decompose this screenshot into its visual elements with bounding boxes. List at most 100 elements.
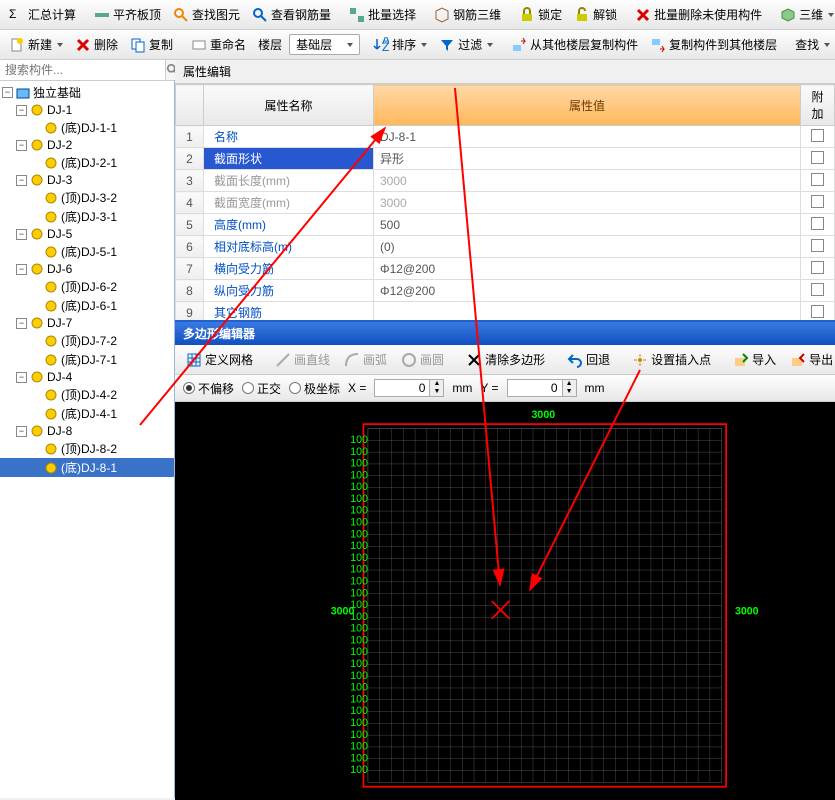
x-spin-down[interactable]: ▼	[429, 388, 443, 396]
batch-select-button[interactable]: 批量选择	[344, 3, 421, 26]
tree-leaf[interactable]: (底)DJ-5-1	[0, 242, 174, 261]
property-row[interactable]: 5 高度(mm) 500	[176, 214, 835, 236]
no-offset-radio[interactable]: 不偏移	[183, 380, 234, 397]
tree-node[interactable]: −DJ-5	[0, 226, 174, 242]
property-row[interactable]: 7 横向受力筋 Φ12@200	[176, 258, 835, 280]
property-extra[interactable]	[801, 258, 835, 280]
property-row[interactable]: 4 截面宽度(mm) 3000	[176, 192, 835, 214]
tree-node[interactable]: −DJ-1	[0, 102, 174, 118]
tree-leaf[interactable]: (底)DJ-3-1	[0, 207, 174, 226]
search-input[interactable]	[0, 60, 165, 80]
tree-node[interactable]: −DJ-8	[0, 423, 174, 439]
property-value[interactable]: 3000	[374, 192, 801, 214]
property-value[interactable]: Φ12@200	[374, 258, 801, 280]
tree-leaf[interactable]: (顶)DJ-4-2	[0, 385, 174, 404]
tree-leaf[interactable]: (底)DJ-8-1	[0, 458, 174, 477]
copy-button[interactable]: 复制	[125, 33, 178, 56]
batch-delete-unused-button[interactable]: 批量删除未使用构件	[630, 3, 767, 26]
y-spin-up[interactable]: ▲	[562, 380, 576, 388]
copy-from-floor-button[interactable]: 从其他楼层复制构件	[506, 33, 643, 56]
tree-node[interactable]: −DJ-7	[0, 315, 174, 331]
property-value[interactable]: 500	[374, 214, 801, 236]
col-name-header[interactable]: 属性名称	[204, 85, 374, 126]
property-row[interactable]: 6 相对底标高(m) (0)	[176, 236, 835, 258]
rebar-3d-button[interactable]: 钢筋三维	[429, 3, 506, 26]
y-spin-down[interactable]: ▼	[562, 388, 576, 396]
property-extra[interactable]	[801, 148, 835, 170]
find-element-button[interactable]: 查找图元	[168, 3, 245, 26]
property-value[interactable]: (0)	[374, 236, 801, 258]
component-tree[interactable]: −独立基础−DJ-1(底)DJ-1-1−DJ-2(底)DJ-2-1−DJ-3(顶…	[0, 81, 174, 798]
property-value[interactable]: Φ12@200	[374, 280, 801, 302]
tree-leaf[interactable]: (顶)DJ-7-2	[0, 331, 174, 350]
undo-button[interactable]: 回退	[562, 348, 615, 371]
filter-button[interactable]: 过滤	[434, 33, 498, 56]
x-spin-up[interactable]: ▲	[429, 380, 443, 388]
property-row[interactable]: 1 名称 DJ-8-1	[176, 126, 835, 148]
tree-node[interactable]: −DJ-4	[0, 369, 174, 385]
find-button[interactable]: 查找	[790, 33, 835, 56]
checkbox-icon[interactable]	[811, 305, 824, 318]
define-grid-button[interactable]: 定义网格	[181, 348, 258, 371]
flat-slab-button[interactable]: 平齐板顶	[89, 3, 166, 26]
floor-button[interactable]: 楼层	[253, 33, 287, 56]
checkbox-icon[interactable]	[811, 217, 824, 230]
export-button[interactable]: 导出	[785, 348, 835, 371]
checkbox-icon[interactable]	[811, 239, 824, 252]
tree-node[interactable]: −DJ-3	[0, 172, 174, 188]
tree-leaf[interactable]: (底)DJ-1-1	[0, 118, 174, 137]
sort-button[interactable]: AZ排序	[368, 33, 432, 56]
tree-leaf[interactable]: (底)DJ-4-1	[0, 404, 174, 423]
delete-button[interactable]: 删除	[70, 33, 123, 56]
property-extra[interactable]	[801, 236, 835, 258]
set-insert-point-button[interactable]: 设置插入点	[627, 348, 716, 371]
tree-leaf[interactable]: (底)DJ-7-1	[0, 350, 174, 369]
col-value-header[interactable]: 属性值	[374, 85, 801, 126]
import-button[interactable]: 导入	[728, 348, 781, 371]
property-extra[interactable]	[801, 280, 835, 302]
sum-calc-button[interactable]: Σ汇总计算	[4, 3, 81, 26]
tree-leaf[interactable]: (顶)DJ-8-2	[0, 439, 174, 458]
checkbox-icon[interactable]	[811, 151, 824, 164]
checkbox-icon[interactable]	[811, 283, 824, 296]
tree-node[interactable]: −DJ-2	[0, 137, 174, 153]
polygon-canvas[interactable]: 3000 3000 3000 1001001001001001001001001…	[175, 402, 835, 800]
tree-root[interactable]: −独立基础	[0, 83, 174, 102]
tree-leaf[interactable]: (顶)DJ-6-2	[0, 277, 174, 296]
rename-button[interactable]: 重命名	[186, 33, 251, 56]
property-value[interactable]: DJ-8-1	[374, 126, 801, 148]
property-value[interactable]: 异形	[374, 148, 801, 170]
tree-leaf[interactable]: (底)DJ-2-1	[0, 153, 174, 172]
new-button[interactable]: 新建	[4, 33, 68, 56]
view-3d-button[interactable]: 三维	[775, 3, 835, 26]
lock-button[interactable]: 锁定	[514, 3, 567, 26]
polar-radio[interactable]: 极坐标	[289, 380, 340, 397]
col-extra-header[interactable]: 附加	[801, 85, 835, 126]
property-row[interactable]: 8 纵向受力筋 Φ12@200	[176, 280, 835, 302]
clear-polygon-button[interactable]: 清除多边形	[461, 348, 550, 371]
draw-circle-button[interactable]: 画圆	[396, 348, 449, 371]
property-extra[interactable]	[801, 214, 835, 236]
copy-to-floor-button[interactable]: 复制构件到其他楼层	[645, 33, 782, 56]
checkbox-icon[interactable]	[811, 173, 824, 186]
layer-select[interactable]: 基础层	[289, 34, 360, 55]
property-extra[interactable]	[801, 126, 835, 148]
check-rebar-button[interactable]: 查看钢筋量	[247, 3, 336, 26]
draw-arc-button[interactable]: 画弧	[339, 348, 392, 371]
clear-icon	[466, 352, 482, 368]
unlock-button[interactable]: 解锁	[569, 3, 622, 26]
property-row[interactable]: 2 截面形状 异形	[176, 148, 835, 170]
draw-line-button[interactable]: 画直线	[270, 348, 335, 371]
property-extra[interactable]	[801, 192, 835, 214]
checkbox-icon[interactable]	[811, 195, 824, 208]
import-icon	[733, 352, 749, 368]
tree-node[interactable]: −DJ-6	[0, 261, 174, 277]
ortho-radio[interactable]: 正交	[242, 380, 281, 397]
property-value[interactable]: 3000	[374, 170, 801, 192]
property-extra[interactable]	[801, 170, 835, 192]
checkbox-icon[interactable]	[811, 261, 824, 274]
checkbox-icon[interactable]	[811, 129, 824, 142]
tree-leaf[interactable]: (顶)DJ-3-2	[0, 188, 174, 207]
tree-leaf[interactable]: (底)DJ-6-1	[0, 296, 174, 315]
property-row[interactable]: 3 截面长度(mm) 3000	[176, 170, 835, 192]
